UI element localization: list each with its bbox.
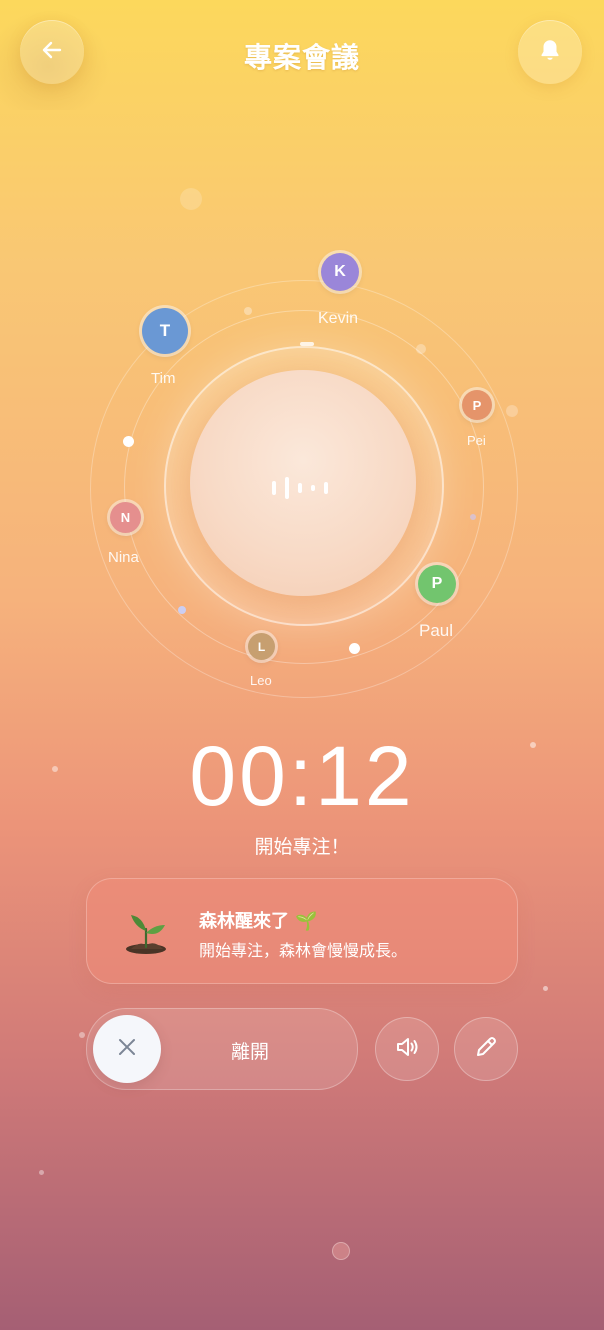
floating-bubble	[39, 1170, 44, 1175]
floating-bubble	[332, 1242, 350, 1260]
participant-avatar-kevin[interactable]: K	[321, 253, 359, 291]
edit-button[interactable]	[454, 1017, 518, 1081]
forest-message-card: 森林醒來了 🌱 開始專注，森林會慢慢成長。	[86, 878, 518, 984]
participant-avatar-paul[interactable]: P	[418, 565, 456, 603]
participant-name: Pei	[467, 433, 486, 448]
focus-timer: 00:12	[189, 729, 415, 823]
leave-label: 離開	[230, 1041, 269, 1063]
volume-icon	[393, 1033, 421, 1065]
close-icon	[116, 1036, 138, 1062]
participant-avatar-pei[interactable]: P	[462, 390, 492, 420]
floating-bubble	[180, 188, 202, 210]
participant-avatar-tim[interactable]: T	[142, 308, 188, 354]
orbit-dot	[506, 405, 518, 417]
participant-name: Nina	[108, 549, 139, 566]
participant-avatar-nina[interactable]: N	[110, 502, 141, 533]
audio-wave-icon	[272, 476, 328, 500]
notifications-button[interactable]	[518, 20, 582, 84]
participant-avatar-leo[interactable]: L	[248, 633, 275, 660]
participant-name: Tim	[151, 370, 176, 387]
orbit-dot	[300, 342, 314, 346]
orbit-dot	[178, 606, 186, 614]
leave-slider-handle[interactable]	[93, 1015, 161, 1083]
participants-orbit: K Kevin T Tim P Pei N Nina P Paul L Leo	[0, 240, 604, 700]
focus-status-text: 開始專注！	[254, 836, 350, 858]
sprout-icon	[121, 907, 171, 957]
floating-bubble	[79, 1032, 85, 1038]
orbit-dot	[123, 436, 134, 447]
participant-name: Leo	[250, 673, 272, 688]
floating-bubble	[543, 986, 548, 991]
orbit-dot	[244, 307, 252, 315]
bell-icon	[537, 37, 563, 67]
volume-button[interactable]	[375, 1017, 439, 1081]
header: 專案會議	[0, 0, 604, 110]
pencil-icon	[473, 1034, 499, 1064]
orbit-dot	[416, 344, 426, 354]
orbit-dot	[470, 514, 476, 520]
participant-name: Paul	[419, 621, 454, 640]
message-body: 開始專注，森林會慢慢成長。	[199, 941, 408, 960]
orbit-dot	[349, 643, 360, 654]
participant-name: Kevin	[318, 310, 359, 327]
message-title: 森林醒來了 🌱	[199, 911, 318, 932]
page-title: 專案會議	[243, 41, 360, 74]
focus-session-screen: 專案會議 K Kevin T Tim P Pei N Nina P Paul L…	[0, 0, 604, 1330]
